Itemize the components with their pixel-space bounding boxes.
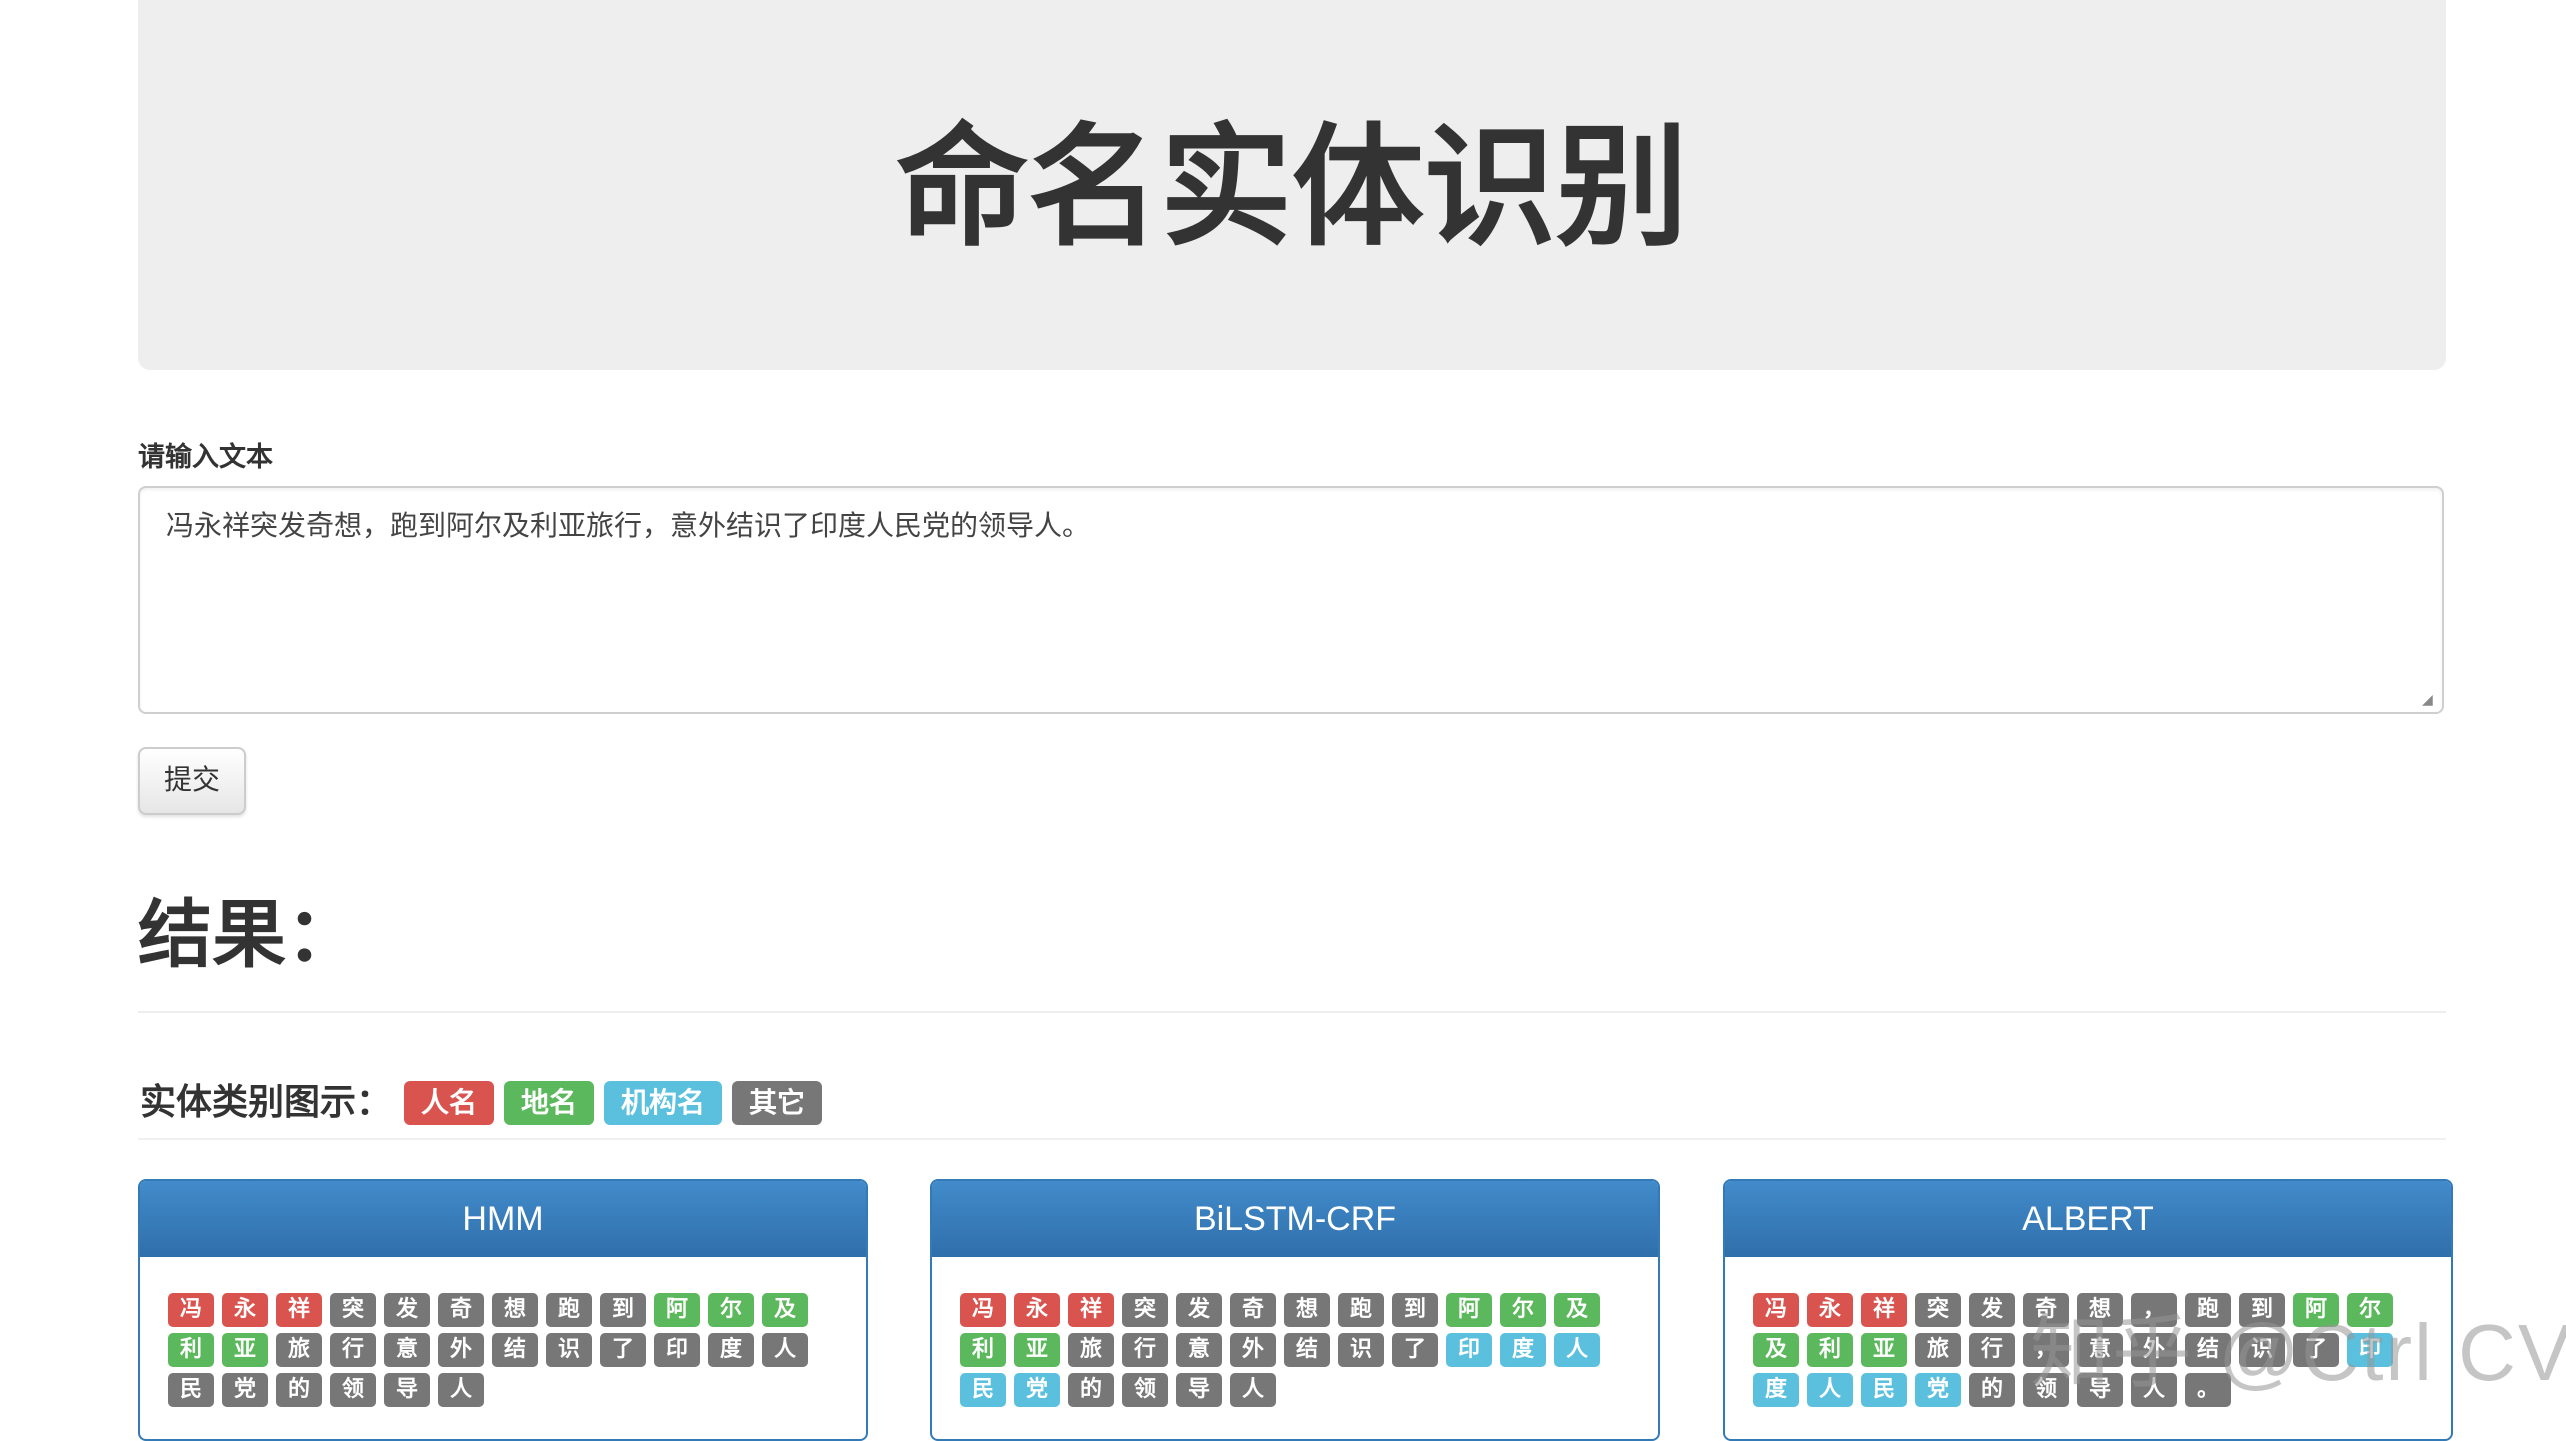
token-chip: 到 [600, 1293, 646, 1327]
token-chip: 人 [1807, 1373, 1853, 1407]
token-chip: 利 [168, 1333, 214, 1367]
token-chip: 祥 [1861, 1293, 1907, 1327]
token-chip: 及 [1753, 1333, 1799, 1367]
token-chip: 祥 [276, 1293, 322, 1327]
token-chip: 领 [1122, 1373, 1168, 1407]
token-chip: 永 [1014, 1293, 1060, 1327]
panel-title: BiLSTM-CRF [932, 1181, 1658, 1257]
token-chip: 党 [1915, 1373, 1961, 1407]
token-chip: 阿 [1446, 1293, 1492, 1327]
token-chip: 旅 [1915, 1333, 1961, 1367]
token-list: 冯永祥突发奇想跑到阿尔及利亚旅行意外结识了印度人民党的领导人 [168, 1293, 848, 1413]
token-chip: 行 [1969, 1333, 2015, 1367]
token-chip: 导 [384, 1373, 430, 1407]
token-chip: 冯 [960, 1293, 1006, 1327]
token-chip: 奇 [438, 1293, 484, 1327]
token-chip: 人 [438, 1373, 484, 1407]
legend-title: 实体类别图示： [140, 1082, 393, 1123]
token-chip: 结 [1284, 1333, 1330, 1367]
token-chip: 及 [762, 1293, 808, 1327]
token-chip: 度 [708, 1333, 754, 1367]
panel-hmm: HMM 冯永祥突发奇想跑到阿尔及利亚旅行意外结识了印度人民党的领导人 [138, 1179, 868, 1441]
token-chip: 行 [330, 1333, 376, 1367]
legend-tag-other: 其它 [732, 1081, 822, 1125]
token-chip: 突 [330, 1293, 376, 1327]
token-chip: 跑 [1338, 1293, 1384, 1327]
divider [138, 1011, 2446, 1013]
legend-tag-person: 人名 [404, 1081, 494, 1125]
resize-handle-icon[interactable]: ◢ [2422, 692, 2438, 708]
panel-title: ALBERT [1725, 1181, 2451, 1257]
token-chip: 民 [960, 1373, 1006, 1407]
token-chip: 识 [546, 1333, 592, 1367]
token-chip: 人 [1554, 1333, 1600, 1367]
token-chip: 利 [960, 1333, 1006, 1367]
token-chip: 利 [1807, 1333, 1853, 1367]
token-chip: 意 [384, 1333, 430, 1367]
watermark: 知乎 @Ctrl CV [2030, 1308, 2566, 1397]
token-chip: 民 [168, 1373, 214, 1407]
token-chip: 亚 [1014, 1333, 1060, 1367]
token-chip: 发 [1176, 1293, 1222, 1327]
token-chip: 外 [438, 1333, 484, 1367]
token-chip: 印 [1446, 1333, 1492, 1367]
text-input[interactable]: 冯永祥突发奇想，跑到阿尔及利亚旅行，意外结识了印度人民党的领导人。 ◢ [138, 486, 2444, 714]
token-chip: 突 [1122, 1293, 1168, 1327]
token-chip: 突 [1915, 1293, 1961, 1327]
token-chip: 行 [1122, 1333, 1168, 1367]
token-chip: 想 [492, 1293, 538, 1327]
entity-legend: 实体类别图示： 人名 地名 机构名 其它 [138, 1055, 2446, 1145]
text-input-value: 冯永祥突发奇想，跑到阿尔及利亚旅行，意外结识了印度人民党的领导人。 [166, 509, 1091, 542]
token-chip: 度 [1500, 1333, 1546, 1367]
token-chip: 亚 [222, 1333, 268, 1367]
token-chip: 尔 [1500, 1293, 1546, 1327]
token-chip: 旅 [276, 1333, 322, 1367]
token-chip: 尔 [708, 1293, 754, 1327]
token-chip: 发 [1969, 1293, 2015, 1327]
page-title: 命名实体识别 [896, 111, 1688, 265]
token-chip: 冯 [1753, 1293, 1799, 1327]
token-chip: 亚 [1861, 1333, 1907, 1367]
token-chip: 发 [384, 1293, 430, 1327]
token-chip: 了 [600, 1333, 646, 1367]
token-chip: 印 [654, 1333, 700, 1367]
token-chip: 及 [1554, 1293, 1600, 1327]
token-chip: 识 [1338, 1333, 1384, 1367]
token-chip: 想 [1284, 1293, 1330, 1327]
token-chip: 跑 [546, 1293, 592, 1327]
panel-title: HMM [140, 1181, 866, 1257]
token-chip: 奇 [1230, 1293, 1276, 1327]
token-chip: 党 [222, 1373, 268, 1407]
panel-bilstm-crf: BiLSTM-CRF 冯永祥突发奇想跑到阿尔及利亚旅行意外结识了印度人民党的领导… [930, 1179, 1660, 1441]
token-chip: 人 [1230, 1373, 1276, 1407]
token-chip: 民 [1861, 1373, 1907, 1407]
token-chip: 的 [276, 1373, 322, 1407]
token-chip: 人 [762, 1333, 808, 1367]
token-chip: 外 [1230, 1333, 1276, 1367]
results-heading: 结果： [138, 892, 360, 978]
token-chip: 了 [1392, 1333, 1438, 1367]
token-chip: 永 [1807, 1293, 1853, 1327]
token-chip: 的 [1068, 1373, 1114, 1407]
legend-tag-organization: 机构名 [604, 1081, 722, 1125]
token-chip: 阿 [654, 1293, 700, 1327]
token-chip: 度 [1753, 1373, 1799, 1407]
token-chip: 到 [1392, 1293, 1438, 1327]
submit-button[interactable]: 提交 [138, 747, 246, 815]
token-chip: 永 [222, 1293, 268, 1327]
token-chip: 旅 [1068, 1333, 1114, 1367]
token-chip: 领 [330, 1373, 376, 1407]
token-chip: 冯 [168, 1293, 214, 1327]
header-jumbotron: 命名实体识别 [138, 0, 2446, 370]
token-chip: 导 [1176, 1373, 1222, 1407]
token-list: 冯永祥突发奇想跑到阿尔及利亚旅行意外结识了印度人民党的领导人 [960, 1293, 1640, 1413]
token-chip: 意 [1176, 1333, 1222, 1367]
token-chip: 的 [1969, 1373, 2015, 1407]
token-chip: 党 [1014, 1373, 1060, 1407]
token-chip: 祥 [1068, 1293, 1114, 1327]
legend-tag-location: 地名 [504, 1081, 594, 1125]
input-label: 请输入文本 [138, 442, 273, 473]
token-chip: 结 [492, 1333, 538, 1367]
divider [138, 1138, 2446, 1140]
